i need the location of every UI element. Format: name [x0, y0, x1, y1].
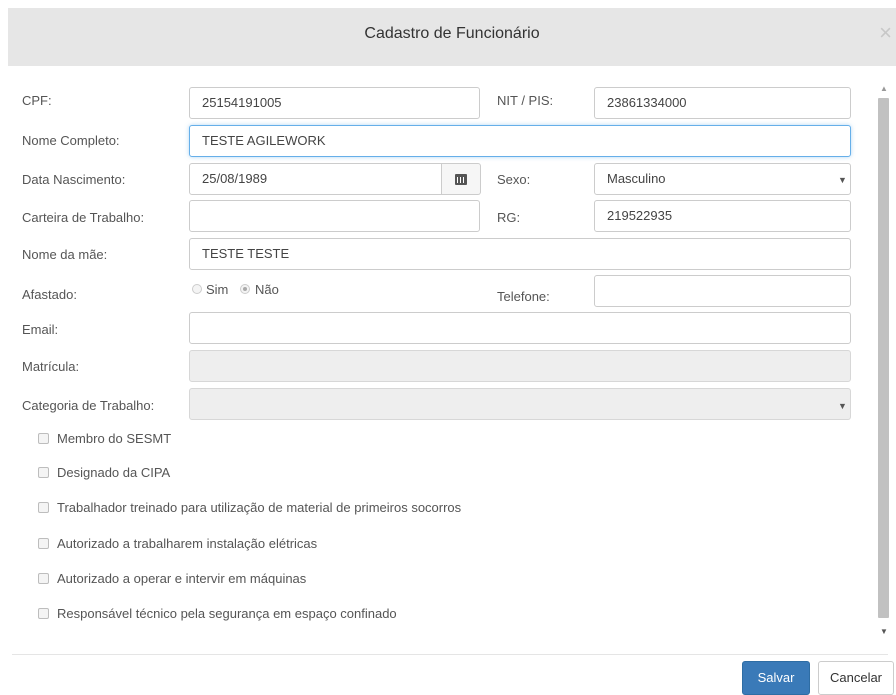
checkbox-label: Responsável técnico pela segurança em es…: [57, 606, 397, 621]
checkbox-label: Designado da CIPA: [57, 465, 171, 480]
cpf-label: CPF:: [22, 93, 52, 108]
cpf-input[interactable]: 25154191005: [189, 87, 480, 119]
sexo-select[interactable]: Masculino: [594, 163, 851, 195]
categoria-label: Categoria de Trabalho:: [22, 398, 155, 413]
checkbox-label: Autorizado a operar e intervir em máquin…: [57, 571, 307, 586]
telefone-input[interactable]: [594, 275, 851, 307]
checkbox-box[interactable]: [38, 502, 49, 513]
afastado-sim-radio[interactable]: [192, 284, 202, 294]
calendar-icon: [455, 174, 467, 185]
modal-header: Cadastro de Funcionário ×: [8, 8, 896, 66]
chevron-down-icon: ▼: [838, 175, 847, 185]
mae-label: Nome da mãe:: [22, 247, 108, 262]
nascimento-label: Data Nascimento:: [22, 172, 126, 187]
email-label: Email:: [22, 322, 59, 337]
carteira-input[interactable]: [189, 200, 480, 232]
nome-label: Nome Completo:: [22, 133, 120, 148]
scroll-up-icon[interactable]: ▲: [880, 84, 888, 93]
afastado-nao-radio[interactable]: [240, 284, 250, 294]
rg-input[interactable]: 219522935: [594, 200, 851, 232]
carteira-label: Carteira de Trabalho:: [22, 210, 145, 225]
calendar-button[interactable]: [442, 163, 481, 195]
matricula-input: [189, 350, 851, 382]
categoria-select[interactable]: [189, 388, 851, 420]
checkbox-box[interactable]: [38, 433, 49, 444]
afastado-label: Afastado:: [22, 287, 77, 302]
afastado-sim-label: Sim: [206, 282, 229, 297]
checkbox-box[interactable]: [38, 467, 49, 478]
checkbox-box[interactable]: [38, 573, 49, 584]
scrollbar[interactable]: ▲ ▼: [876, 80, 892, 640]
scrollbar-thumb[interactable]: [878, 98, 889, 618]
checkbox-box[interactable]: [38, 538, 49, 549]
sexo-selected-value: Masculino: [607, 171, 666, 186]
save-button[interactable]: Salvar: [742, 661, 810, 695]
nascimento-input[interactable]: 25/08/1989: [189, 163, 442, 195]
matricula-label: Matrícula:: [22, 359, 80, 374]
chevron-down-icon: ▼: [838, 401, 847, 411]
cancel-button[interactable]: Cancelar: [818, 661, 894, 695]
nit-input[interactable]: 23861334000: [594, 87, 851, 119]
nit-label: NIT / PIS:: [497, 93, 554, 108]
email-input[interactable]: [189, 312, 851, 344]
sexo-label: Sexo:: [497, 172, 531, 187]
checkbox-label: Membro do SESMT: [57, 431, 172, 446]
modal-title: Cadastro de Funcionário: [364, 25, 540, 42]
rg-label: RG:: [497, 210, 521, 225]
footer-divider: [12, 654, 888, 655]
checkbox-label: Autorizado a trabalharem instalação elét…: [57, 536, 318, 551]
scroll-down-icon[interactable]: ▼: [880, 627, 888, 636]
checkbox-label: Trabalhador treinado para utilização de …: [57, 500, 462, 515]
nome-input[interactable]: TESTE AGILEWORK: [189, 125, 851, 157]
mae-input[interactable]: TESTE TESTE: [189, 238, 851, 270]
checkbox-box[interactable]: [38, 608, 49, 619]
afastado-nao-label: Não: [255, 282, 279, 297]
close-icon[interactable]: ×: [879, 22, 892, 44]
telefone-label: Telefone:: [497, 289, 550, 304]
